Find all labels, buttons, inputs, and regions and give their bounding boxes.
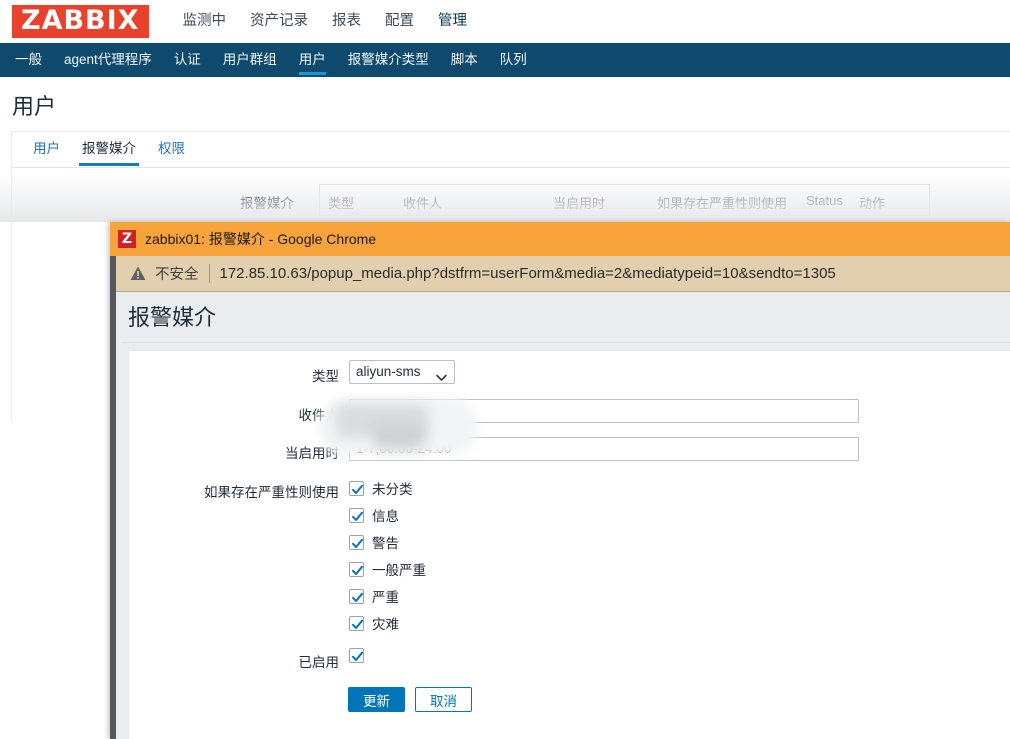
subnav-item-queue[interactable]: 队列 bbox=[489, 43, 538, 77]
label-severity: 如果存在严重性则使用 bbox=[204, 485, 339, 500]
type-select-value: aliyun-sms bbox=[356, 364, 421, 379]
severity-option-disaster[interactable]: 灾难 bbox=[349, 613, 399, 633]
severity-option-not-classified[interactable]: 未分类 bbox=[349, 478, 413, 498]
checkbox-disaster[interactable] bbox=[349, 615, 364, 631]
subnav-item-scripts[interactable]: 脚本 bbox=[440, 43, 489, 77]
checkbox-enabled[interactable] bbox=[349, 648, 364, 663]
warning-triangle-icon[interactable] bbox=[130, 266, 146, 281]
severity-label-high: 严重 bbox=[372, 590, 399, 605]
checkbox-average[interactable] bbox=[349, 561, 364, 577]
label-sendto: 收件人 bbox=[298, 408, 340, 423]
sendto-input[interactable] bbox=[349, 399, 859, 423]
label-enabled: 已启用 bbox=[298, 655, 340, 670]
severity-label-warning: 警告 bbox=[372, 536, 399, 551]
nav-item-reports[interactable]: 报表 bbox=[320, 0, 373, 43]
severity-label-disaster: 灾难 bbox=[372, 617, 399, 632]
chevron-down-icon bbox=[436, 367, 447, 389]
cancel-button[interactable]: 取消 bbox=[415, 687, 472, 712]
form-tabstrip: 用户 报警媒介 权限 bbox=[12, 132, 1010, 168]
label-type: 类型 bbox=[312, 369, 339, 384]
tab-user[interactable]: 用户 bbox=[22, 132, 71, 165]
page-title-area: 用户 bbox=[0, 77, 1010, 131]
sub-navigation-bar: 一般 agent代理程序 认证 用户群组 用户 报警媒介类型 脚本 队列 bbox=[0, 43, 1010, 77]
popup-heading: 报警媒介 bbox=[128, 305, 217, 330]
type-select[interactable]: aliyun-sms bbox=[349, 360, 455, 384]
popup-address-bar[interactable]: 不安全 172.85.10.63/popup_media.php?dstfrm=… bbox=[116, 256, 1010, 292]
popup-titlebar[interactable]: Z zabbix01: 报警媒介 - Google Chrome bbox=[110, 222, 1010, 256]
nav-item-configuration[interactable]: 配置 bbox=[373, 0, 426, 43]
page-lower-area bbox=[0, 422, 110, 739]
severity-label-average: 一般严重 bbox=[372, 563, 426, 578]
top-header-bar: ZABBIX 监测中 资产记录 报表 配置 管理 bbox=[0, 0, 1010, 52]
severity-option-average[interactable]: 一般严重 bbox=[349, 559, 426, 579]
subnav-item-general[interactable]: 一般 bbox=[4, 43, 53, 77]
tab-media[interactable]: 报警媒介 bbox=[71, 132, 147, 166]
severity-label-not-classified: 未分类 bbox=[372, 482, 413, 497]
subnav-item-proxies[interactable]: agent代理程序 bbox=[53, 43, 163, 77]
not-secure-label: 不安全 bbox=[155, 267, 199, 283]
nav-item-monitoring[interactable]: 监测中 bbox=[171, 0, 239, 43]
checkbox-high[interactable] bbox=[349, 588, 364, 604]
url-divider bbox=[208, 264, 210, 283]
subnav-item-media-types[interactable]: 报警媒介类型 bbox=[337, 43, 440, 77]
zabbix-favicon-icon: Z bbox=[118, 230, 136, 248]
checkbox-warning[interactable] bbox=[349, 534, 364, 550]
checkbox-not-classified[interactable] bbox=[349, 480, 364, 496]
media-form-panel: 类型 aliyun-sms 收件人 当启用时 1-7,00:00-24:00 如… bbox=[128, 350, 1010, 739]
subnav-item-users[interactable]: 用户 bbox=[288, 43, 337, 77]
period-input[interactable]: 1-7,00:00-24:00 bbox=[349, 437, 859, 461]
chrome-popup-window[interactable]: Z zabbix01: 报警媒介 - Google Chrome 不安全 172… bbox=[110, 222, 1010, 739]
severity-label-information: 信息 bbox=[372, 509, 399, 524]
severity-option-information[interactable]: 信息 bbox=[349, 505, 399, 525]
checkbox-information[interactable] bbox=[349, 507, 364, 523]
severity-option-high[interactable]: 严重 bbox=[349, 586, 399, 606]
popup-content: 报警媒介 类型 aliyun-sms 收件人 当启用时 1-7,00:00-24… bbox=[116, 292, 1010, 739]
url-text[interactable]: 172.85.10.63/popup_media.php?dstfrm=user… bbox=[220, 265, 836, 282]
update-button[interactable]: 更新 bbox=[348, 687, 405, 712]
subnav-item-user-groups[interactable]: 用户群组 bbox=[212, 43, 288, 77]
zabbix-logo[interactable]: ZABBIX bbox=[12, 5, 149, 38]
tab-permissions[interactable]: 权限 bbox=[147, 132, 196, 165]
nav-item-inventory[interactable]: 资产记录 bbox=[238, 0, 320, 43]
page-title: 用户 bbox=[12, 94, 57, 119]
page-fade-overlay bbox=[0, 174, 1010, 222]
enabled-option[interactable] bbox=[349, 648, 364, 663]
severity-option-warning[interactable]: 警告 bbox=[349, 532, 399, 552]
main-navigation: 监测中 资产记录 报表 配置 管理 bbox=[171, 0, 480, 52]
popup-window-title: zabbix01: 报警媒介 - Google Chrome bbox=[145, 231, 377, 247]
popup-heading-divider bbox=[122, 342, 1010, 343]
label-period: 当启用时 bbox=[285, 446, 339, 461]
subnav-item-authentication[interactable]: 认证 bbox=[163, 43, 212, 77]
nav-item-administration[interactable]: 管理 bbox=[426, 0, 479, 52]
